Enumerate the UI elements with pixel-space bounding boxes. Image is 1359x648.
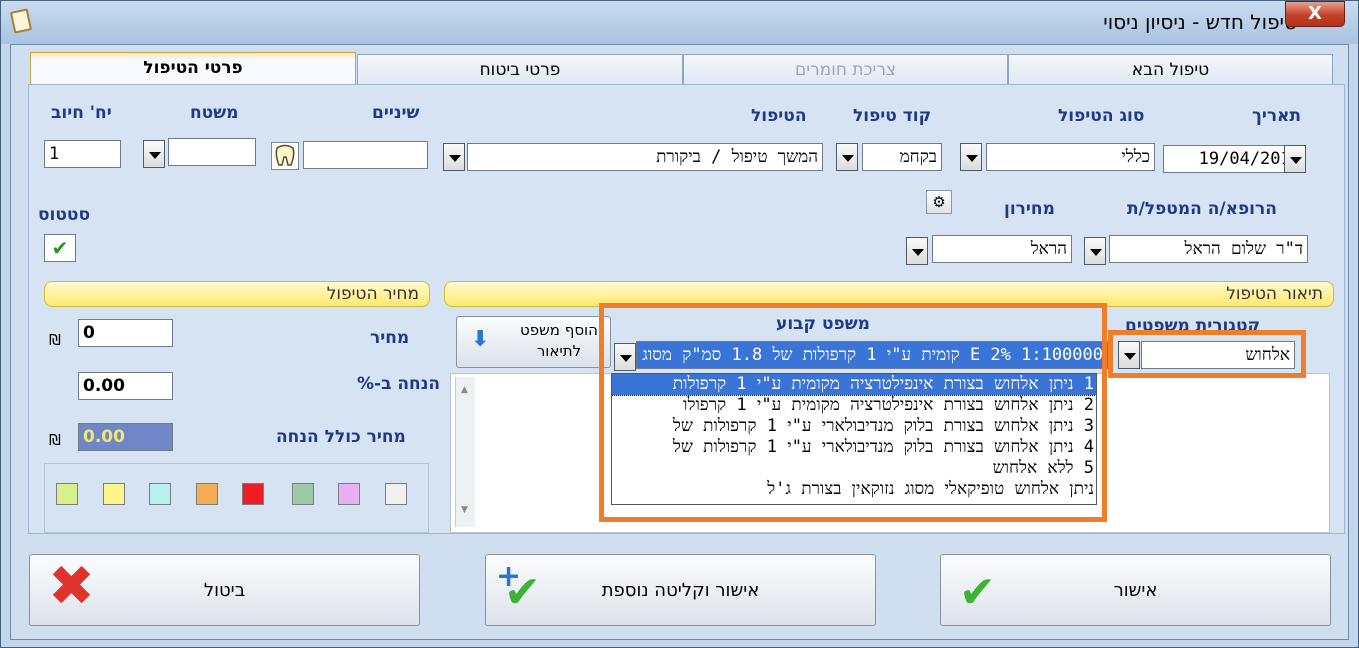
tab-treatment-details[interactable]: פרטי הטיפול: [30, 52, 356, 85]
code-field[interactable]: בקחמ: [862, 143, 942, 171]
doctor-dropdown-button[interactable]: [1084, 237, 1106, 265]
scroll-down-icon[interactable]: ▼: [461, 505, 468, 515]
highlight-frame-category: [1108, 330, 1306, 378]
tab-materials[interactable]: צריכת חומרים: [683, 54, 1008, 84]
scroll-up-icon[interactable]: ▲: [461, 385, 468, 395]
status-label: סטטוס: [38, 205, 91, 225]
color-swatch[interactable]: [242, 483, 264, 505]
type-label: סוג הטיפול: [1058, 106, 1145, 126]
type-dropdown-button[interactable]: [960, 143, 982, 171]
total-label: מחיר כולל הנחה: [276, 427, 406, 447]
status-checkbox[interactable]: ✔: [44, 234, 76, 262]
close-button[interactable]: X: [1285, 1, 1345, 27]
add-sentence-label: הוסף משפט לתיאור: [520, 321, 598, 360]
tooth-chart-icon[interactable]: [271, 142, 299, 170]
approve-next-button[interactable]: + ✔ אישור וקליטה נוספת: [485, 554, 876, 626]
type-field[interactable]: כללי: [986, 143, 1155, 171]
cancel-button[interactable]: ✖ ביטול: [29, 554, 420, 626]
date-label: תאריך: [1252, 106, 1302, 126]
code-label: קוד טיפול: [853, 106, 932, 126]
check-plus-icon: ✔: [504, 567, 541, 618]
highlight-frame-sentence: [599, 303, 1107, 522]
code-dropdown-button[interactable]: [836, 143, 858, 171]
check-icon: ✔: [959, 567, 996, 618]
surface-dropdown-button[interactable]: [143, 140, 165, 168]
approve-button[interactable]: ✔ אישור: [940, 554, 1331, 626]
color-swatch[interactable]: [103, 483, 125, 505]
total-field: 0.00: [78, 423, 173, 451]
color-swatch-panel: [44, 463, 429, 533]
color-swatch[interactable]: [196, 483, 218, 505]
approve-next-label: אישור וקליטה נוספת: [601, 580, 760, 601]
color-swatch[interactable]: [385, 483, 407, 505]
color-swatch[interactable]: [338, 483, 360, 505]
price-label: מחיר: [370, 328, 410, 348]
discount-field[interactable]: 0.00: [78, 372, 173, 400]
cancel-label: ביטול: [203, 580, 246, 601]
price-field[interactable]: 0: [78, 319, 173, 347]
x-icon: ✖: [48, 554, 95, 619]
arrow-down-icon: ⬇: [471, 327, 490, 352]
add-sentence-button[interactable]: ⬇ הוסף משפט לתיאור: [456, 316, 611, 368]
teeth-label: שיניים: [372, 103, 420, 123]
price-header: מחיר הטיפול: [44, 281, 430, 307]
units-field[interactable]: 1: [44, 140, 121, 168]
currency-icon: ₪: [49, 331, 61, 349]
surface-label: משטח: [190, 103, 239, 123]
description-scrollbar[interactable]: ▲ ▼: [455, 377, 475, 527]
treatment-dropdown-button[interactable]: [443, 143, 465, 171]
date-dropdown-button[interactable]: [1284, 145, 1306, 173]
currency-icon: ₪: [49, 431, 61, 449]
pricelist-settings-icon[interactable]: ⚙: [926, 190, 952, 214]
color-swatch[interactable]: [56, 483, 78, 505]
window-title: טיפול חדש - ניסיון ניסוי: [1103, 10, 1297, 34]
discount-label: הנחה ב-%: [357, 374, 441, 394]
color-swatch[interactable]: [292, 483, 314, 505]
surface-field[interactable]: [168, 138, 256, 166]
units-label: יח' חיוב: [51, 103, 112, 123]
approve-label: אישור: [1113, 580, 1158, 601]
doctor-field[interactable]: ד"ר שלום הראל: [1109, 235, 1308, 263]
treatment-label: הטיפול: [751, 106, 807, 126]
pricelist-dropdown-button[interactable]: [906, 237, 928, 265]
pricelist-label: מחירון: [1004, 199, 1055, 219]
tab-insurance[interactable]: פרטי ביטוח: [357, 54, 683, 84]
teeth-field[interactable]: [303, 141, 428, 169]
doctor-label: הרופא/ה המטפל/ת: [1127, 199, 1277, 219]
tab-next-treatment[interactable]: טיפול הבא: [1008, 54, 1333, 84]
color-swatch[interactable]: [149, 483, 171, 505]
treatment-field[interactable]: המשך טיפול / ביקורת: [467, 143, 823, 171]
pricelist-field[interactable]: הראל: [932, 235, 1072, 263]
